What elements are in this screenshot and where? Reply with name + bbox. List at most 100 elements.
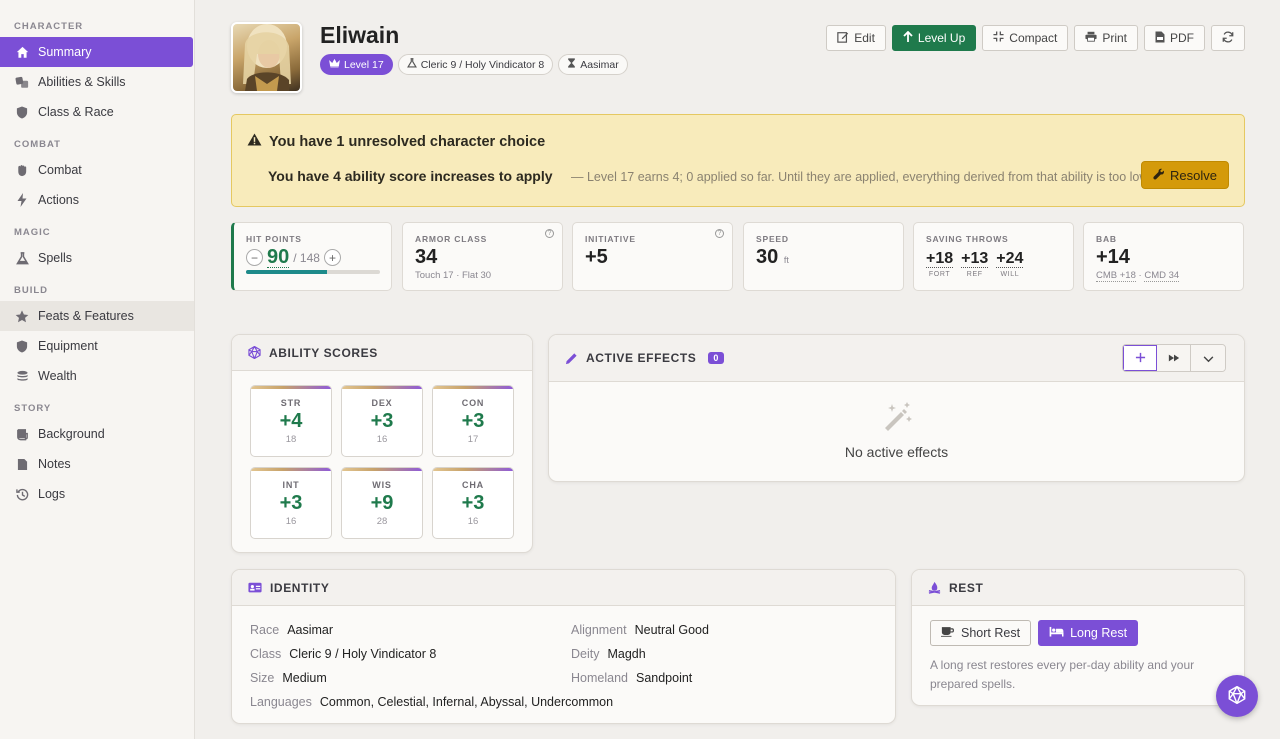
- expand-effects-button[interactable]: [1191, 345, 1225, 371]
- dice-roller-button[interactable]: [1216, 675, 1258, 717]
- ability-scores-panel: ABILITY SCORES STR +4 18 DEX +3 16 CON +3 17 I…: [231, 334, 533, 553]
- sidebar-item-label: Background: [38, 427, 105, 441]
- ability-con[interactable]: CON +3 17: [432, 385, 514, 457]
- race-chip[interactable]: Aasimar: [558, 54, 628, 75]
- identity-value: Aasimar: [287, 623, 334, 637]
- speed-number: 30: [756, 246, 779, 268]
- add-effect-button[interactable]: [1123, 345, 1157, 371]
- no-effects-text: No active effects: [844, 444, 949, 460]
- compact-button[interactable]: Compact: [982, 25, 1069, 51]
- magic-wand-icon: [549, 401, 1244, 434]
- ability-dex[interactable]: DEX +3 16: [341, 385, 423, 457]
- hp-max: / 148: [293, 250, 320, 265]
- sidebar-item-logs[interactable]: Logs: [0, 479, 194, 509]
- sidebar-item-combat[interactable]: Combat: [0, 155, 194, 185]
- print-button[interactable]: Print: [1074, 25, 1138, 51]
- wrench-icon: [1153, 168, 1165, 183]
- ac-value: 34: [415, 246, 438, 268]
- identity-key: Class: [250, 647, 282, 661]
- long-rest-button[interactable]: Long Rest: [1038, 620, 1139, 646]
- initiative-card: INITIATIVE ? +5: [572, 222, 733, 291]
- saving-throws-card: SAVING THROWS +18 FORT +13 REF +24 WILL: [913, 222, 1074, 291]
- ability-score: 16: [376, 434, 388, 445]
- dice-icon: [15, 75, 29, 89]
- hp-current[interactable]: 90: [267, 247, 290, 268]
- sidebar-item-label: Class & Race: [38, 105, 114, 119]
- resolve-button[interactable]: Resolve: [1141, 161, 1229, 189]
- identity-value: Cleric 9 / Holy Vindicator 8: [289, 647, 437, 661]
- save-fort[interactable]: +18 FORT: [926, 250, 954, 278]
- sidebar-item-wealth[interactable]: Wealth: [0, 361, 194, 391]
- save-ref-value: +13: [961, 250, 989, 268]
- fist-icon: [15, 163, 29, 177]
- pdf-button[interactable]: PDF: [1144, 25, 1205, 51]
- history-icon: [15, 487, 29, 501]
- character-portrait[interactable]: [231, 22, 302, 93]
- level-up-button[interactable]: Level Up: [891, 25, 977, 51]
- ability-mod: +4: [279, 410, 303, 432]
- ability-score: 18: [285, 434, 297, 445]
- help-icon[interactable]: ?: [545, 229, 554, 238]
- sidebar-section-combat: COMBAT: [14, 139, 61, 150]
- ability-score: 16: [285, 516, 297, 527]
- ability-name: CON: [461, 398, 485, 408]
- ability-cha[interactable]: CHA +3 16: [432, 467, 514, 539]
- sidebar-item-notes[interactable]: Notes: [0, 449, 194, 479]
- refresh-icon: [1222, 31, 1234, 46]
- sidebar-item-spells[interactable]: Spells: [0, 243, 194, 273]
- identity-race: Race Aasimar: [250, 623, 333, 637]
- note-icon: [15, 457, 29, 471]
- d20-icon: [1228, 684, 1246, 707]
- ability-int[interactable]: INT +3 16: [250, 467, 332, 539]
- refresh-button[interactable]: [1211, 25, 1245, 51]
- sidebar-item-background[interactable]: Background: [0, 419, 194, 449]
- ability-name: INT: [282, 480, 300, 490]
- sidebar-item-class-race[interactable]: Class & Race: [0, 97, 194, 127]
- fast-forward-icon: [1168, 351, 1180, 366]
- ability-scores-header: ABILITY SCORES: [232, 335, 532, 371]
- save-will-label: WILL: [1000, 271, 1020, 278]
- sidebar-item-label: Notes: [38, 457, 71, 471]
- bed-icon: [1049, 626, 1064, 640]
- ability-str[interactable]: STR +4 18: [250, 385, 332, 457]
- identity-alignment: Alignment Neutral Good: [571, 623, 709, 637]
- scroll-icon: [15, 427, 29, 441]
- sidebar-item-actions[interactable]: Actions: [0, 185, 194, 215]
- header-toolbar: Edit Level Up Compact Print PDF: [826, 25, 1245, 51]
- save-will[interactable]: +24 WILL: [996, 250, 1024, 278]
- identity-key: Alignment: [571, 623, 627, 637]
- ability-mod: +3: [461, 492, 485, 514]
- short-rest-button[interactable]: Short Rest: [930, 620, 1032, 646]
- hp-increase-button[interactable]: +: [323, 249, 341, 266]
- coffee-icon: [941, 626, 955, 640]
- identity-key: Size: [250, 671, 275, 685]
- alert-subtitle: You have 4 ability score increases to ap…: [268, 168, 553, 184]
- save-ref[interactable]: +13 REF: [961, 250, 989, 278]
- sidebar-item-equipment[interactable]: Equipment: [0, 331, 194, 361]
- no-effects-message: No active effects: [549, 401, 1244, 460]
- class-chip[interactable]: Cleric 9 / Holy Vindicator 8: [397, 54, 554, 75]
- bab-label: BAB: [1096, 234, 1117, 244]
- armor-class-card: ARMOR CLASS ? 34 Touch 17 · Flat 30: [402, 222, 563, 291]
- sidebar-item-summary[interactable]: Summary: [0, 37, 193, 67]
- save-fort-label: FORT: [928, 271, 951, 278]
- speed-unit: ft: [783, 255, 789, 265]
- ability-wis[interactable]: WIS +9 28: [341, 467, 423, 539]
- hp-label: HIT POINTS: [246, 234, 302, 244]
- sidebar-item-label: Abilities & Skills: [38, 75, 126, 89]
- advance-effects-button[interactable]: [1157, 345, 1191, 371]
- identity-class: Class Cleric 9 / Holy Vindicator 8: [250, 647, 436, 661]
- compress-icon: [993, 31, 1004, 45]
- header-chips: Level 17 Cleric 9 / Holy Vindicator 8 Aa…: [320, 54, 628, 75]
- ac-label: ARMOR CLASS: [415, 234, 488, 244]
- help-icon[interactable]: ?: [715, 229, 724, 238]
- edit-button[interactable]: Edit: [826, 25, 886, 51]
- hp-bar-fill: [246, 270, 328, 274]
- sidebar-item-feats-features[interactable]: Feats & Features: [0, 301, 194, 331]
- ability-name: WIS: [372, 480, 392, 490]
- shield-icon: [15, 339, 29, 353]
- home-icon: [15, 45, 29, 59]
- initiative-value: +5: [585, 246, 608, 268]
- hp-decrease-button[interactable]: −: [246, 249, 263, 266]
- sidebar-item-abilities-skills[interactable]: Abilities & Skills: [0, 67, 194, 97]
